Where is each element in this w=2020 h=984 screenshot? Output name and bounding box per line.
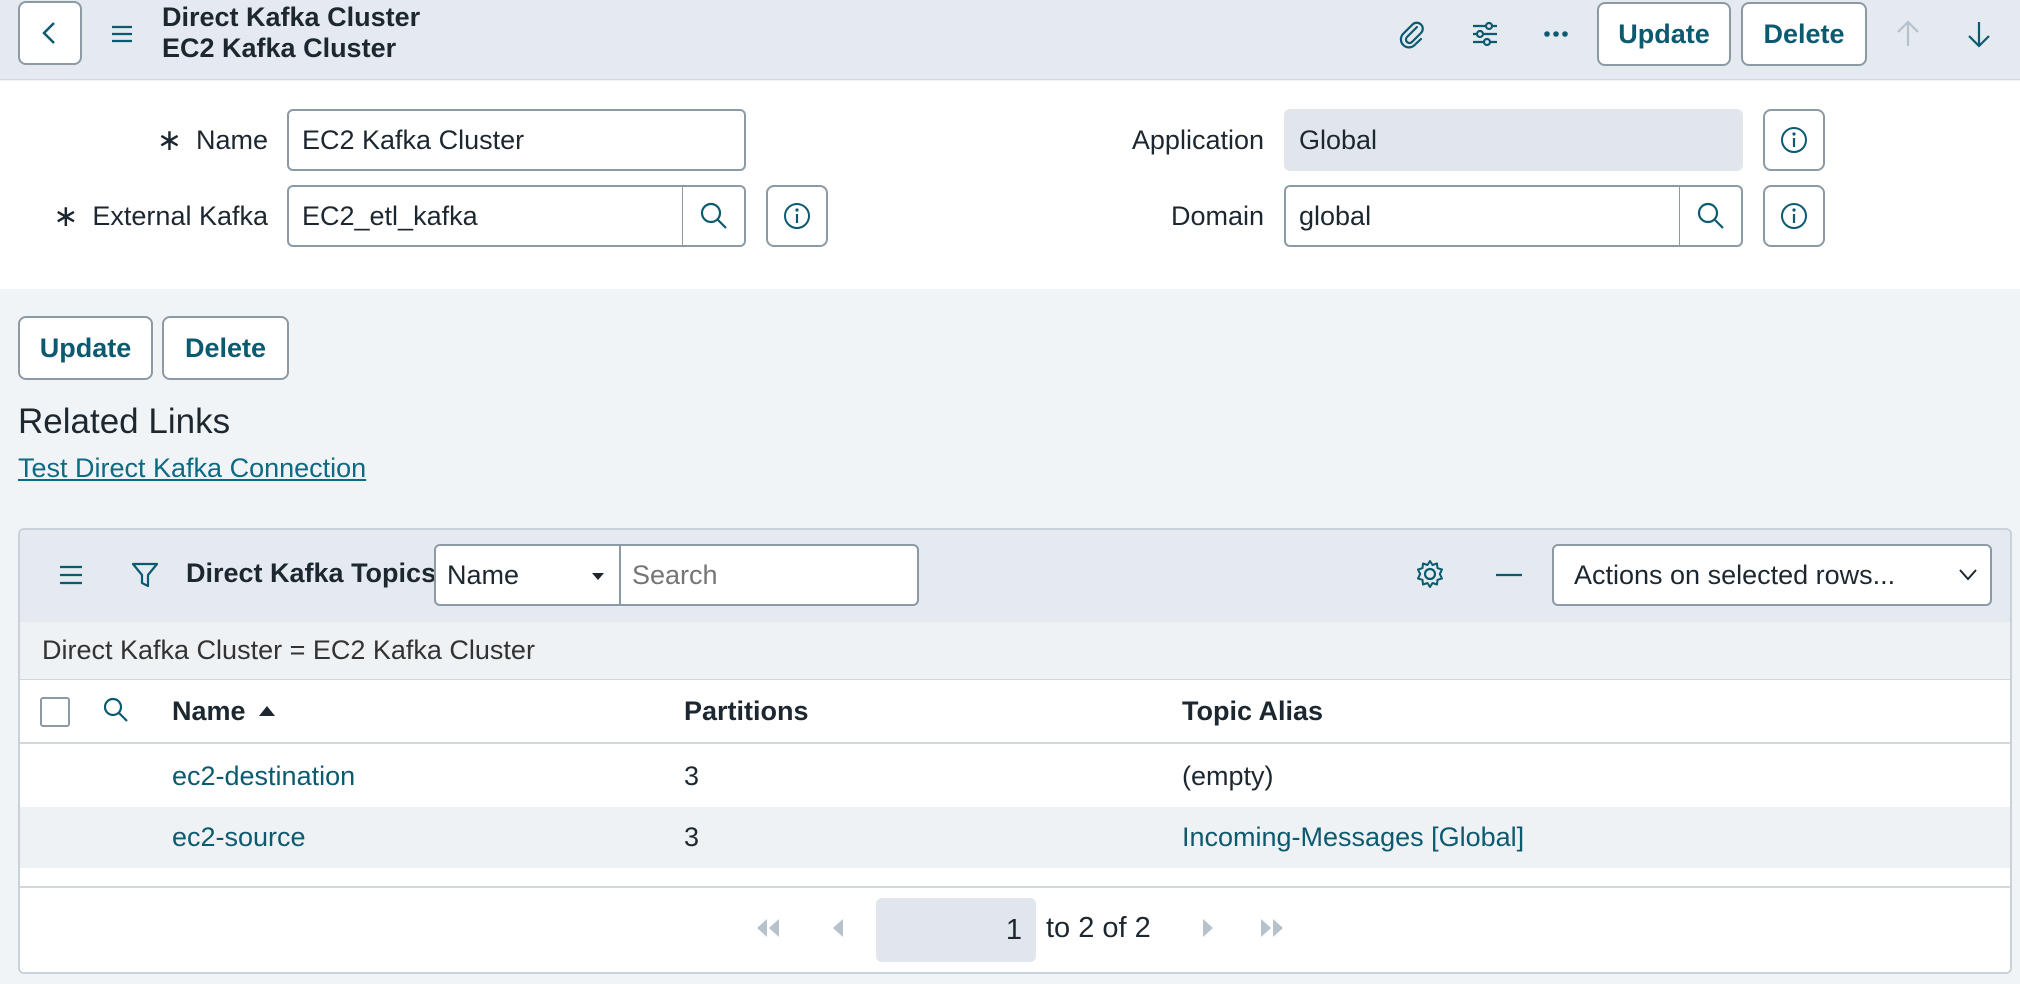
next-page-icon[interactable] <box>1188 908 1228 948</box>
external-kafka-field[interactable]: EC2_etl_kafka <box>287 185 684 247</box>
column-header-topic-alias[interactable]: Topic Alias <box>1182 680 1323 742</box>
column-header-name[interactable]: Name <box>172 680 276 742</box>
external-kafka-lookup-button[interactable] <box>682 185 746 247</box>
application-field: Global <box>1284 109 1743 171</box>
caret-down-icon <box>592 573 604 580</box>
gear-icon[interactable] <box>1414 558 1448 592</box>
row-topic-alias-link[interactable]: Incoming-Messages [Global] <box>1182 807 1524 868</box>
list-toolbar: Direct Kafka Topics Name Actions on sele… <box>20 530 2010 622</box>
search-field-select[interactable]: Name <box>434 544 621 606</box>
required-icon: ∗ <box>53 199 79 233</box>
external-kafka-info-button[interactable] <box>766 185 828 247</box>
update-button[interactable]: Update <box>18 316 153 380</box>
info-icon <box>1781 203 1807 229</box>
delete-button[interactable]: Delete <box>162 316 289 380</box>
page-number-input[interactable]: 1 <box>876 898 1036 962</box>
pagination: 1 to 2 of 2 <box>20 886 2010 972</box>
sliders-icon[interactable] <box>1467 16 1503 52</box>
search-icon <box>1697 202 1724 229</box>
list-menu-icon[interactable] <box>58 562 88 592</box>
related-links-title: Related Links <box>18 402 231 441</box>
list-search-input[interactable] <box>619 544 919 606</box>
application-info-button[interactable] <box>1763 109 1825 171</box>
filter-breadcrumb[interactable]: Direct Kafka Cluster = EC2 Kafka Cluster <box>20 622 2010 680</box>
paperclip-icon[interactable] <box>1394 16 1430 52</box>
list-title: Direct Kafka Topics <box>186 558 437 588</box>
more-options-icon[interactable] <box>1538 16 1574 52</box>
select-all-checkbox[interactable] <box>40 697 70 727</box>
arrow-up-icon[interactable] <box>1890 16 1926 52</box>
form-title-record: EC2 Kafka Cluster <box>162 33 397 63</box>
name-field[interactable]: EC2 Kafka Cluster <box>287 109 746 171</box>
name-label: ∗ Name <box>156 123 268 157</box>
form-title-table: Direct Kafka Cluster <box>162 2 421 32</box>
required-icon: ∗ <box>156 123 182 157</box>
domain-label: Domain <box>1170 200 1264 231</box>
test-connection-link[interactable]: Test Direct Kafka Connection <box>18 453 366 484</box>
related-list: Direct Kafka Topics Name Actions on sele… <box>18 528 2012 974</box>
first-page-icon[interactable] <box>748 908 788 948</box>
record-form: ∗ Name EC2 Kafka Cluster ∗ External Kafk… <box>0 81 2020 289</box>
row-name-link[interactable]: ec2-source <box>172 807 306 868</box>
page-range-text: to 2 of 2 <box>1046 912 1151 944</box>
arrow-down-icon[interactable] <box>1961 16 1997 52</box>
row-topic-alias: (empty) <box>1182 761 1274 791</box>
column-header-partitions[interactable]: Partitions <box>684 680 809 742</box>
column-search-icon[interactable] <box>102 696 132 726</box>
header-update-button[interactable]: Update <box>1597 2 1731 66</box>
table-header: Name Partitions Topic Alias <box>20 680 2010 744</box>
form-header: Direct Kafka Cluster EC2 Kafka Cluster U… <box>0 0 2020 80</box>
row-partitions: 3 <box>684 761 700 791</box>
info-icon <box>784 203 810 229</box>
row-name-link[interactable]: ec2-destination <box>172 746 355 807</box>
application-label: Application <box>1131 124 1264 155</box>
collapse-icon[interactable] <box>1494 560 1528 594</box>
chevron-left-icon <box>42 22 55 44</box>
info-icon <box>1781 127 1807 153</box>
table-row: ec2-source 3 Incoming-Messages [Global] <box>20 807 2010 868</box>
sort-ascending-icon <box>258 706 275 716</box>
domain-lookup-button[interactable] <box>1679 185 1743 247</box>
row-partitions: 3 <box>684 822 700 852</box>
last-page-icon[interactable] <box>1252 908 1292 948</box>
search-icon <box>700 202 727 229</box>
previous-page-icon[interactable] <box>818 908 858 948</box>
actions-select[interactable]: Actions on selected rows... <box>1552 544 1992 606</box>
domain-info-button[interactable] <box>1763 185 1825 247</box>
chevron-down-icon <box>1959 569 1977 581</box>
context-menu-icon[interactable] <box>108 20 136 48</box>
table-row: ec2-destination 3 (empty) <box>20 746 2010 807</box>
filter-icon[interactable] <box>130 560 162 592</box>
back-button[interactable] <box>18 1 82 65</box>
domain-field[interactable]: global <box>1284 185 1681 247</box>
external-kafka-label: ∗ External Kafka <box>53 199 268 233</box>
header-delete-button[interactable]: Delete <box>1741 2 1867 66</box>
